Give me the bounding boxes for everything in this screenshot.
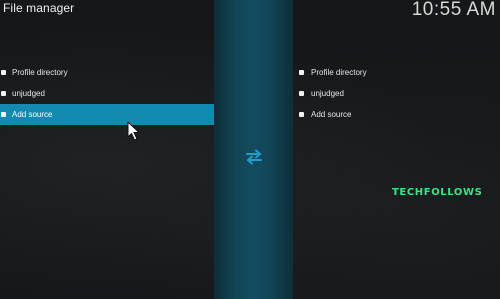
item-label: Add source	[311, 110, 352, 119]
left-item-unjudged[interactable]: unjudged	[0, 83, 214, 104]
right-item-unjudged[interactable]: unjudged	[293, 83, 500, 104]
item-label: Profile directory	[12, 68, 68, 77]
item-label: unjudged	[12, 89, 45, 98]
left-item-add-source[interactable]: Add source	[0, 104, 214, 125]
folder-bullet-icon	[1, 70, 6, 75]
item-label: Add source	[12, 110, 53, 119]
folder-bullet-icon	[299, 91, 304, 96]
folder-bullet-icon	[1, 91, 6, 96]
left-pane: Profile directory unjudged Add source	[0, 0, 214, 299]
left-source-list: Profile directory unjudged Add source	[0, 62, 214, 125]
folder-bullet-icon	[1, 112, 6, 117]
right-pane: Profile directory unjudged Add source	[293, 0, 500, 299]
right-item-profile-directory[interactable]: Profile directory	[293, 62, 500, 83]
item-label: Profile directory	[311, 68, 367, 77]
watermark: TECHFOLLOWS	[392, 187, 483, 198]
left-item-profile-directory[interactable]: Profile directory	[0, 62, 214, 83]
swap-arrows-icon[interactable]	[244, 149, 264, 165]
right-item-add-source[interactable]: Add source	[293, 104, 500, 125]
right-source-list: Profile directory unjudged Add source	[293, 62, 500, 125]
mouse-cursor-icon	[127, 121, 140, 141]
item-label: unjudged	[311, 89, 344, 98]
folder-bullet-icon	[299, 112, 304, 117]
folder-bullet-icon	[299, 70, 304, 75]
